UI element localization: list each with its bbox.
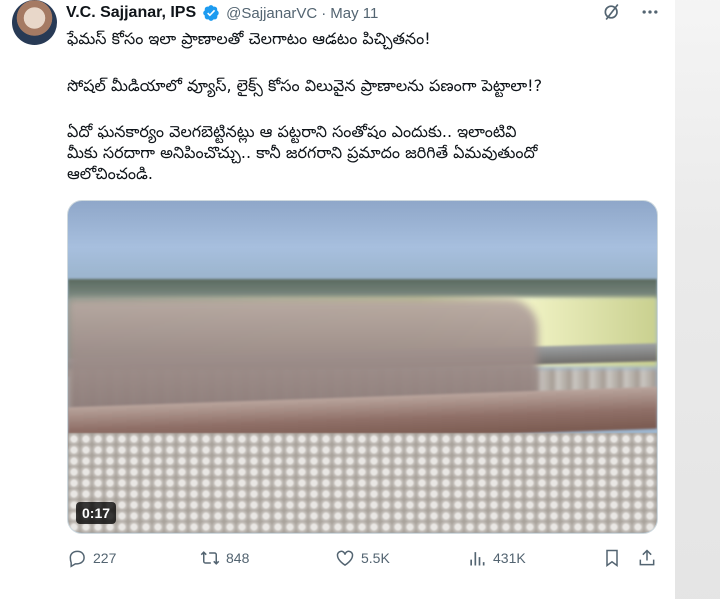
tweet-date[interactable]: May 11 (330, 5, 378, 22)
more-icon[interactable] (640, 2, 660, 22)
verified-badge-icon (203, 5, 219, 21)
views-button[interactable]: 431K (467, 548, 526, 568)
author-handle[interactable]: @SajjanarVC (226, 5, 317, 22)
tweet-paragraph-1: ఫేమస్ కోసం ఇలా ప్రాణాలతో చెలగాటం ఆడటం పి… (67, 29, 431, 48)
like-icon (336, 550, 354, 566)
reply-button[interactable]: 227 (67, 548, 116, 568)
views-count: 431K (493, 550, 526, 566)
bookmark-icon[interactable] (602, 548, 622, 568)
repost-button[interactable]: 848 (200, 548, 249, 568)
repost-icon (200, 551, 220, 565)
tweet-paragraph-3-line-3: ఆలోచించండి. (67, 164, 153, 183)
separator-dot: · (321, 4, 327, 22)
tweet-paragraph-3-line-2: మీకు సరదాగా అనిపించొచ్చు.. కానీ జరగరాని … (67, 143, 538, 162)
tweet-paragraph-3-line-1: ఏదో ఘనకార్యం వెలగబెట్టినట్లు ఆ పట్టరాని … (67, 122, 517, 141)
video-near-ballast (68, 433, 657, 533)
tweet-paragraph-2: సోషల్ మీడియాలో వ్యూస్, లైక్స్ కోసం విలువ… (67, 76, 543, 95)
grok-icon[interactable] (602, 2, 622, 22)
video-horizon (68, 279, 657, 299)
like-count: 5.5K (361, 550, 390, 566)
video-player[interactable]: 0:17 (67, 200, 658, 534)
video-duration-badge: 0:17 (76, 502, 117, 524)
tweet-card[interactable]: V.C. Sajjanar, IPS @SajjanarVC · May 11 … (0, 0, 675, 599)
reply-count: 227 (93, 550, 117, 566)
repost-count: 848 (226, 550, 250, 566)
header-actions (602, 2, 660, 22)
reply-icon (69, 550, 85, 568)
share-icon[interactable] (637, 548, 657, 568)
author-name[interactable]: V.C. Sajjanar, IPS (66, 4, 196, 22)
background-window-strip (675, 0, 720, 599)
tweet-actions: 227 848 5.5K 431K (67, 548, 657, 570)
views-icon (470, 552, 485, 566)
tweet-paragraph-3: ఏదో ఘనకార్యం వెలగబెట్టినట్లు ఆ పట్టరాని … (67, 121, 537, 184)
tweet-header: V.C. Sajjanar, IPS @SajjanarVC · May 11 (66, 3, 378, 23)
like-button[interactable]: 5.5K (335, 548, 390, 568)
avatar[interactable] (12, 0, 57, 45)
